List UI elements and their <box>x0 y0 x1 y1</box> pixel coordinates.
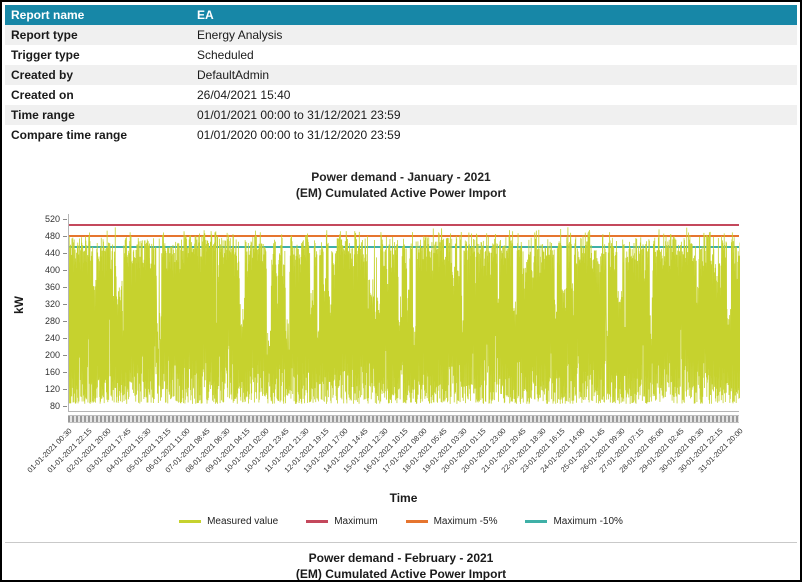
field-label: Created by <box>5 68 197 82</box>
measured-series-canvas <box>69 214 740 412</box>
y-tick-mark <box>63 321 67 322</box>
y-tick-label: 320 <box>45 299 60 309</box>
legend-item-maximum-5: Maximum -5% <box>406 516 498 527</box>
y-tick-label: 160 <box>45 367 60 377</box>
field-value: EA <box>197 8 797 22</box>
y-tick-mark <box>63 406 67 407</box>
y-tick-label: 80 <box>50 401 60 411</box>
y-tick-label: 360 <box>45 282 60 292</box>
report-row-created-by: Created by DefaultAdmin <box>5 65 797 85</box>
legend-item-maximum-10: Maximum -10% <box>525 516 622 527</box>
report-metadata-table: Report name EA Report type Energy Analys… <box>5 5 797 145</box>
plot-area <box>68 214 739 412</box>
field-value: DefaultAdmin <box>197 68 797 82</box>
field-label: Compare time range <box>5 128 197 142</box>
y-tick-label: 200 <box>45 350 60 360</box>
y-tick-label: 240 <box>45 333 60 343</box>
y-tick-mark <box>63 270 67 271</box>
y-tick-label: 440 <box>45 248 60 258</box>
y-tick-mark <box>63 236 67 237</box>
y-tick-mark <box>63 253 67 254</box>
y-axis-label: kW <box>12 296 26 314</box>
field-label: Time range <box>5 108 197 122</box>
report-row-compare-time-range: Compare time range 01/01/2020 00:00 to 3… <box>5 125 797 145</box>
legend-label: Maximum <box>334 516 377 527</box>
chart-subtitle: (EM) Cumulated Active Power Import <box>2 186 800 200</box>
legend-swatch-icon <box>179 520 201 523</box>
y-tick-label: 120 <box>45 384 60 394</box>
y-tick-label: 400 <box>45 265 60 275</box>
legend-swatch-icon <box>406 520 428 523</box>
legend-swatch-icon <box>525 520 547 523</box>
chart-legend: Measured value Maximum Maximum -5% Maximum … <box>2 516 800 527</box>
field-value: Scheduled <box>197 48 797 62</box>
y-tick-label: 520 <box>45 214 60 224</box>
threshold-line-maximum <box>69 224 739 226</box>
legend-item-maximum: Maximum <box>306 516 377 527</box>
report-row-time-range: Time range 01/01/2021 00:00 to 31/12/202… <box>5 105 797 125</box>
compare-series-band <box>68 415 739 423</box>
legend-label: Measured value <box>207 516 278 527</box>
field-label: Report name <box>5 8 197 22</box>
report-row-report-name: Report name EA <box>5 5 797 25</box>
y-tick-mark <box>63 389 67 390</box>
next-chart-title: Power demand - February - 2021 <box>5 551 797 565</box>
report-row-report-type: Report type Energy Analysis <box>5 25 797 45</box>
field-label: Trigger type <box>5 48 197 62</box>
y-tick-mark <box>63 304 67 305</box>
field-value: 26/04/2021 15:40 <box>197 88 797 102</box>
field-value: 01/01/2021 00:00 to 31/12/2021 23:59 <box>197 108 797 122</box>
y-tick-mark <box>63 372 67 373</box>
chart-title: Power demand - January - 2021 <box>2 170 800 184</box>
y-tick-mark <box>63 338 67 339</box>
report-row-created-on: Created on 26/04/2021 15:40 <box>5 85 797 105</box>
y-tick-label: 480 <box>45 231 60 241</box>
legend-label: Maximum -10% <box>553 516 622 527</box>
field-value: 01/01/2020 00:00 to 31/12/2020 23:59 <box>197 128 797 142</box>
y-axis-ticks: 520 480 440 400 360 320 280 240 200 160 120 80 <box>26 214 62 412</box>
field-label: Created on <box>5 88 197 102</box>
legend-label: Maximum -5% <box>434 516 498 527</box>
legend-item-measured-value: Measured value <box>179 516 278 527</box>
field-value: Energy Analysis <box>197 28 797 42</box>
next-chart-section: Power demand - February - 2021 (EM) Cumu… <box>5 542 797 581</box>
report-row-trigger-type: Trigger type Scheduled <box>5 45 797 65</box>
y-tick-mark <box>63 219 67 220</box>
report-page: Report name EA Report type Energy Analys… <box>0 0 802 582</box>
x-axis-title: Time <box>68 491 739 505</box>
y-tick-mark <box>63 287 67 288</box>
legend-swatch-icon <box>306 520 328 523</box>
y-tick-label: 280 <box>45 316 60 326</box>
next-chart-subtitle: (EM) Cumulated Active Power Import <box>5 567 797 581</box>
y-tick-mark <box>63 355 67 356</box>
field-label: Report type <box>5 28 197 42</box>
